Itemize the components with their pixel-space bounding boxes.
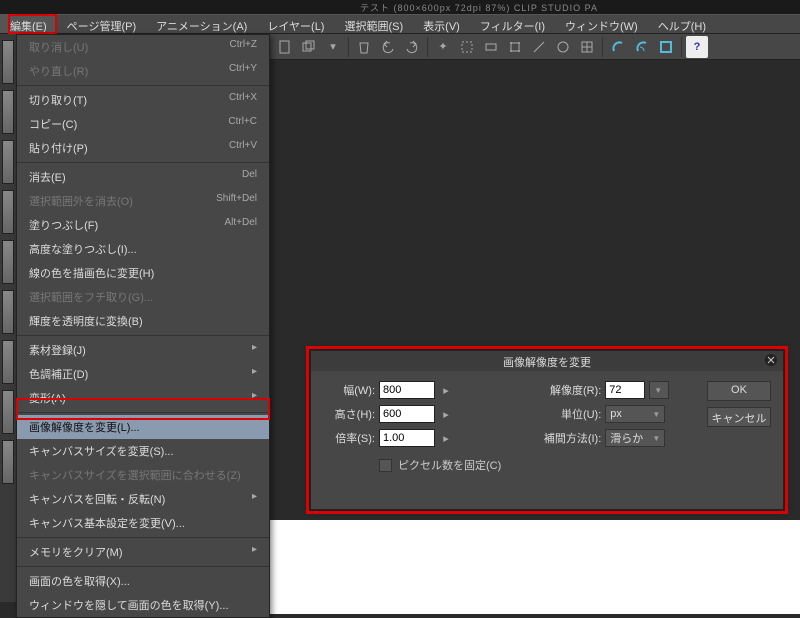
menu-アニメーション[interactable]: アニメーション(A) — [146, 15, 257, 33]
redo-icon[interactable] — [401, 36, 423, 58]
rect-select-icon[interactable] — [480, 36, 502, 58]
toolbar: ▾ ✦ ? — [270, 34, 800, 60]
fix-pixels-label: ピクセル数を固定(C) — [398, 457, 501, 473]
unit-dropdown[interactable]: px▼ — [605, 405, 665, 423]
menu-ウィンドウ[interactable]: ウィンドウ(W) — [555, 15, 648, 33]
resolution-label: 解像度(R): — [531, 382, 601, 398]
new-icon[interactable] — [274, 36, 296, 58]
width-label: 幅(W): — [319, 382, 375, 398]
arrow-icon[interactable]: ▸ — [439, 407, 453, 421]
menu-item[interactable]: 塗りつぶし(F)Alt+Del — [17, 213, 269, 237]
transform-icon[interactable] — [504, 36, 526, 58]
menu-item[interactable]: 輝度を透明度に変換(B) — [17, 309, 269, 333]
rotate2-icon[interactable] — [631, 36, 653, 58]
menu-item: 選択範囲外を消去(O)Shift+Del — [17, 189, 269, 213]
width-field[interactable] — [379, 381, 435, 399]
scale-label: 倍率(S): — [319, 430, 375, 446]
menu-ページ管理[interactable]: ページ管理(P) — [57, 15, 146, 33]
menu-item[interactable]: キャンバスを回転・反転(N)▸ — [17, 487, 269, 511]
rotate3-icon[interactable] — [655, 36, 677, 58]
menu-フィルター[interactable]: フィルター(I) — [470, 15, 555, 33]
left-tool-strip — [0, 34, 16, 602]
fix-pixels-checkbox[interactable] — [379, 459, 392, 472]
menu-item: やり直し(R)Ctrl+Y — [17, 59, 269, 83]
shape2-icon[interactable] — [552, 36, 574, 58]
menu-item[interactable]: 画面の色を取得(X)... — [17, 569, 269, 593]
menu-item[interactable]: 線の色を描画色に変更(H) — [17, 261, 269, 285]
menu-item[interactable]: 素材登録(J)▸ — [17, 338, 269, 362]
rotate1-icon[interactable] — [607, 36, 629, 58]
edit-dropdown: 取り消し(U)Ctrl+Zやり直し(R)Ctrl+Y 切り取り(T)Ctrl+Xコ… — [16, 34, 270, 618]
select-icon[interactable]: ✦ — [432, 36, 454, 58]
undo-icon[interactable] — [377, 36, 399, 58]
resolution-dialog: 画像解像度を変更 幅(W): ▸ 高さ(H): ▸ 倍率(S): ▸ ピクセル数を固定… — [310, 350, 784, 510]
height-label: 高さ(H): — [319, 406, 375, 422]
menu-編集[interactable]: 編集(E) — [0, 15, 57, 33]
menu-item[interactable]: メモリをクリア(M)▸ — [17, 540, 269, 564]
resolution-field[interactable] — [605, 381, 645, 399]
canvas-paper[interactable] — [270, 520, 800, 614]
scale-field[interactable] — [379, 429, 435, 447]
menu-レイヤー[interactable]: レイヤー(L) — [257, 15, 334, 33]
crop-icon[interactable] — [456, 36, 478, 58]
menu-item: 選択範囲をフチ取り(G)... — [17, 285, 269, 309]
menu-item[interactable]: 画像解像度を変更(L)... — [17, 415, 269, 439]
menu-item[interactable]: キャンバスサイズを変更(S)... — [17, 439, 269, 463]
close-icon[interactable] — [763, 353, 779, 369]
cancel-button[interactable]: キャンセル — [707, 407, 771, 427]
menu-item: 取り消し(U)Ctrl+Z — [17, 35, 269, 59]
menu-表示[interactable]: 表示(V) — [413, 15, 470, 33]
menu-item[interactable]: 消去(E)Del — [17, 165, 269, 189]
ok-button[interactable]: OK — [707, 381, 771, 401]
shape1-icon[interactable] — [528, 36, 550, 58]
menu-item[interactable]: 切り取り(T)Ctrl+X — [17, 88, 269, 112]
help-icon[interactable]: ? — [686, 36, 708, 58]
arrow-icon[interactable]: ▸ — [439, 383, 453, 397]
menubar: 編集(E)ページ管理(P)アニメーション(A)レイヤー(L)選択範囲(S)表示(… — [0, 14, 800, 34]
menu-item[interactable]: 高度な塗りつぶし(I)... — [17, 237, 269, 261]
interp-label: 補間方法(I): — [531, 430, 601, 446]
menu-item[interactable]: キャンバス基本設定を変更(V)... — [17, 511, 269, 535]
title-bar: テスト (800×600px 72dpi 87%) CLIP STUDIO PA — [0, 0, 800, 14]
unit-label: 単位(U): — [531, 406, 601, 422]
menu-item[interactable]: ウィンドウを隠して画面の色を取得(Y)... — [17, 593, 269, 617]
caret-down-icon[interactable]: ▾ — [322, 36, 344, 58]
resolution-dropdown[interactable]: ▼ — [649, 381, 669, 399]
menu-item[interactable]: 色調補正(D)▸ — [17, 362, 269, 386]
arrow-icon[interactable]: ▸ — [439, 431, 453, 445]
menu-item[interactable]: 変形(A)▸ — [17, 386, 269, 410]
menu-item[interactable]: 貼り付け(P)Ctrl+V — [17, 136, 269, 160]
interp-dropdown[interactable]: 滑らか▼ — [605, 429, 665, 447]
delete-icon[interactable] — [353, 36, 375, 58]
dialog-title: 画像解像度を変更 — [311, 351, 783, 371]
menu-ヘルプ[interactable]: ヘルプ(H) — [648, 15, 716, 33]
menu-item: キャンバスサイズを選択範囲に合わせる(Z) — [17, 463, 269, 487]
height-field[interactable] — [379, 405, 435, 423]
canvas-area — [270, 60, 800, 614]
menu-選択範囲[interactable]: 選択範囲(S) — [334, 15, 413, 33]
grid-icon[interactable] — [576, 36, 598, 58]
menu-item[interactable]: コピー(C)Ctrl+C — [17, 112, 269, 136]
layers-icon[interactable] — [298, 36, 320, 58]
